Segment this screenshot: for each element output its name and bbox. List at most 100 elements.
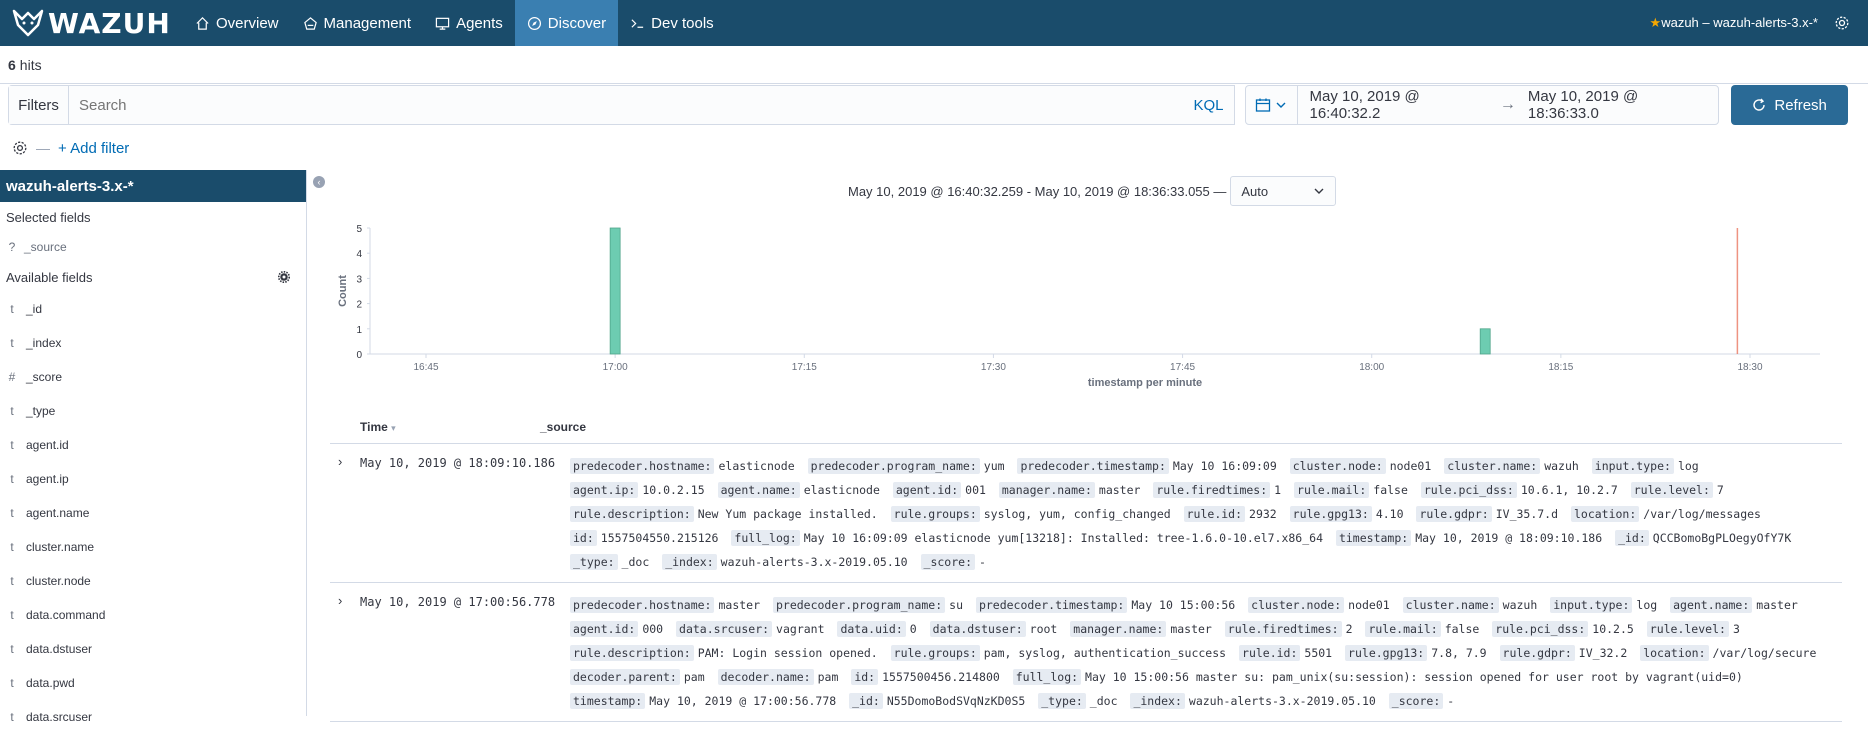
- row-source: predecoder.hostname: master predecoder.pr…: [570, 593, 1842, 713]
- source-field-value: PAM: Login session opened.: [697, 646, 878, 660]
- source-field-value: node01: [1348, 598, 1390, 612]
- search-input[interactable]: [69, 86, 1184, 124]
- source-field: cluster.name: wazuh: [1444, 458, 1579, 474]
- source-field-key: manager.name:: [998, 482, 1095, 498]
- field-item[interactable]: t agent.name: [0, 496, 306, 530]
- source-field-key: rule.level:: [1630, 482, 1713, 498]
- nav-overview[interactable]: Overview: [183, 0, 291, 46]
- source-field-key: rule.pci_dss:: [1420, 482, 1517, 498]
- source-field: predecoder.program_name: yum: [807, 458, 1005, 474]
- gear-icon[interactable]: [1834, 15, 1850, 31]
- refresh-button[interactable]: Refresh: [1731, 85, 1848, 125]
- source-field-key: agent.id:: [570, 621, 639, 637]
- field-item[interactable]: t _id: [0, 292, 306, 326]
- gear-icon[interactable]: [278, 271, 290, 283]
- source-field-key: timestamp:: [570, 693, 646, 709]
- available-fields-title: Available fields: [0, 262, 306, 292]
- field-item[interactable]: t data.pwd: [0, 666, 306, 700]
- field-name: _id: [26, 302, 43, 316]
- source-field-key: predecoder.program_name:: [807, 458, 980, 474]
- field-type-icon: t: [10, 574, 14, 588]
- field-item[interactable]: t data.srcuser: [0, 700, 306, 734]
- kql-toggle[interactable]: KQL: [1183, 86, 1234, 124]
- source-field-value: 10.6.1, 10.2.7: [1520, 483, 1618, 497]
- field-name: _score: [26, 370, 63, 384]
- source-field-value: _doc: [621, 555, 650, 569]
- source-field-key: rule.gpg13:: [1345, 645, 1428, 661]
- source-field: rule.description: New Yum package install…: [570, 506, 878, 522]
- source-field-value: log: [1636, 598, 1658, 612]
- source-field-value: 10.0.2.15: [642, 483, 705, 497]
- nav-overview-label: Overview: [216, 14, 279, 32]
- source-field-value: May 10, 2019 @ 18:09:10.186: [1415, 531, 1603, 545]
- source-field: rule.description: PAM: Login session open…: [570, 645, 878, 661]
- monitor-icon: [435, 17, 450, 30]
- table-row: › May 10, 2019 @ 17:00:56.778 predecoder.h…: [330, 583, 1842, 722]
- add-filter-button[interactable]: + Add filter: [58, 140, 129, 157]
- source-field-key: predecoder.hostname:: [570, 597, 715, 613]
- end-date[interactable]: May 10, 2019 @ 18:36:33.0: [1516, 86, 1718, 124]
- source-field-key: cluster.name:: [1402, 597, 1499, 613]
- source-field: _id: N55DomoBodSVqNzKD0S5: [849, 693, 1025, 709]
- source-field-value: su: [949, 598, 963, 612]
- field-item[interactable]: t agent.ip: [0, 462, 306, 496]
- source-field: rule.pci_dss: 10.6.1, 10.2.7: [1420, 482, 1618, 498]
- field-item[interactable]: t _type: [0, 394, 306, 428]
- field-name: data.dstuser: [26, 642, 93, 656]
- interval-select[interactable]: Auto: [1230, 176, 1337, 206]
- source-field-key: _id:: [849, 693, 883, 709]
- source-field-key: agent.id:: [892, 482, 962, 498]
- field-type-icon: t: [10, 438, 14, 452]
- source-field-value: /var/log/messages: [1643, 507, 1761, 521]
- source-field-key: rule.gdpr:: [1416, 506, 1492, 522]
- expand-row-icon[interactable]: ›: [330, 593, 360, 713]
- selected-fields-label: Selected fields: [6, 209, 91, 225]
- home-icon: [196, 16, 209, 30]
- source-field: agent.id: 000: [570, 621, 663, 637]
- collapse-sidebar-button[interactable]: ‹: [313, 176, 325, 188]
- field-item[interactable]: t cluster.node: [0, 564, 306, 598]
- source-field: rule.gpg13: 7.8, 7.9: [1345, 645, 1487, 661]
- row-time: May 10, 2019 @ 17:00:56.778: [360, 595, 556, 609]
- x-tick-label: 18:30: [1737, 362, 1762, 373]
- field-type-icon: ?: [8, 240, 16, 254]
- nav-discover[interactable]: Discover: [514, 0, 619, 46]
- source-field-key: data.dstuser:: [929, 621, 1026, 637]
- expand-row-icon[interactable]: ›: [330, 454, 360, 574]
- chevron-left-icon: ‹: [317, 177, 321, 187]
- nav-management[interactable]: Management: [291, 0, 424, 46]
- filters-label: Filters: [9, 86, 69, 124]
- source-field-value: false: [1373, 483, 1408, 497]
- filter-settings-icon[interactable]: [12, 140, 28, 156]
- time-column-header[interactable]: Time ▾: [330, 420, 540, 434]
- source-field-key: _type:: [1038, 693, 1086, 709]
- source-field: _type: _doc: [1038, 693, 1118, 709]
- field-item[interactable]: t agent.id: [0, 428, 306, 462]
- source-field-key: _score:: [920, 554, 975, 570]
- source-field-value: pam: [817, 670, 839, 684]
- selected-field[interactable]: ? _source: [0, 232, 306, 262]
- source-field-value: QCCBomoBgPLOegyOfY7K: [1652, 531, 1792, 545]
- histogram-header: May 10, 2019 @ 16:40:32.259 - May 10, 20…: [848, 176, 1337, 206]
- field-item[interactable]: t data.dstuser: [0, 632, 306, 666]
- wazuh-logo[interactable]: WAZUH: [0, 0, 183, 46]
- start-date[interactable]: May 10, 2019 @ 16:40:32.2: [1298, 86, 1500, 124]
- compass-icon: [527, 16, 541, 30]
- field-item[interactable]: t _index: [0, 326, 306, 360]
- field-name: cluster.node: [26, 574, 91, 588]
- source-field-key: rule.pci_dss:: [1492, 621, 1589, 637]
- field-item[interactable]: # _score: [0, 360, 306, 394]
- field-item[interactable]: t cluster.name: [0, 530, 306, 564]
- nav-agents[interactable]: Agents: [423, 0, 515, 46]
- index-pattern-selector[interactable]: wazuh-alerts-3.x-*: [0, 170, 306, 202]
- field-name: data.command: [26, 608, 106, 622]
- source-field-value: master: [1756, 598, 1798, 612]
- quick-menu-button[interactable]: [1246, 86, 1298, 124]
- api-selector[interactable]: ★wazuh – wazuh-alerts-3.x-*: [1650, 15, 1818, 31]
- field-type-icon: t: [10, 642, 14, 656]
- y-tick-label: 2: [356, 300, 362, 311]
- field-item[interactable]: t data.command: [0, 598, 306, 632]
- nav-dev-tools[interactable]: Dev tools: [618, 0, 726, 46]
- source-field-key: rule.description:: [570, 645, 694, 661]
- source-field: predecoder.timestamp: May 10 16:09:09: [1017, 458, 1277, 474]
